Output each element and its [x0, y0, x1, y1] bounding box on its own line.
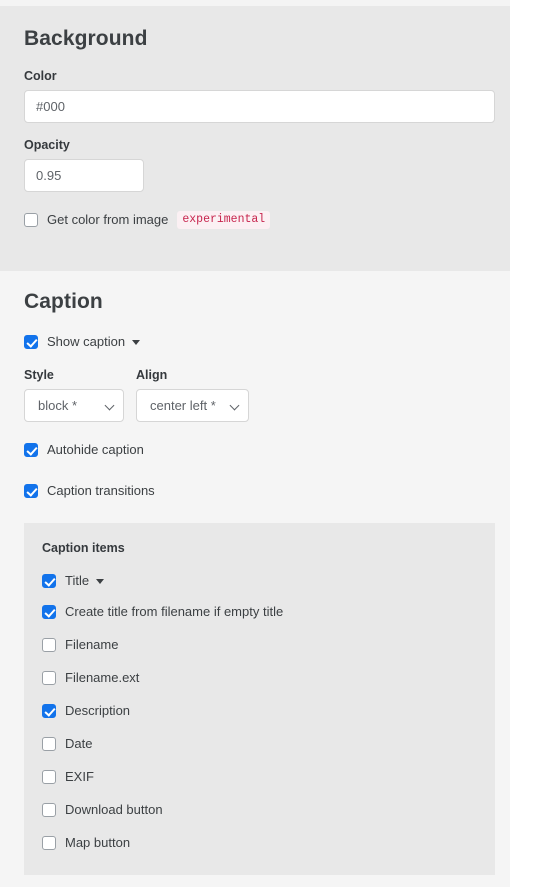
caption-item-checkbox[interactable] — [42, 770, 56, 785]
background-color-field: Color — [24, 69, 495, 124]
show-caption-row[interactable]: Show caption — [24, 332, 486, 352]
caption-items-title: Caption items — [42, 541, 125, 556]
show-caption-label: Show caption — [47, 334, 126, 350]
background-section: Background Color Opacity Get color from … — [0, 6, 510, 271]
chevron-down-icon — [104, 400, 115, 411]
caption-style-value: block * — [38, 398, 78, 414]
caption-align-value: center left * — [150, 398, 216, 414]
background-opacity-input[interactable] — [24, 159, 144, 193]
caption-item-label: Map button — [65, 835, 131, 851]
caption-section: Caption Show caption Style block * Align… — [0, 271, 510, 887]
caption-item-label: Filename — [65, 637, 119, 653]
caption-item-label: Date — [65, 736, 93, 752]
caption-style-align-group: Style block * Align center left * — [24, 368, 486, 423]
caption-item-label: Filename.ext — [65, 670, 140, 686]
caption-item-label: Description — [65, 703, 131, 719]
caption-item-row[interactable]: Create title from filename if empty titl… — [42, 602, 477, 622]
autohide-caption-label: Autohide caption — [47, 442, 144, 458]
caption-item-checkbox[interactable] — [42, 574, 56, 589]
caption-item-checkbox[interactable] — [42, 605, 56, 620]
caption-item-row[interactable]: Filename.ext — [42, 668, 477, 688]
caption-align-select[interactable]: center left * — [136, 389, 249, 423]
caption-item-row[interactable]: Map button — [42, 833, 477, 853]
caption-item-checkbox[interactable] — [42, 704, 56, 719]
caption-section-title: Caption — [24, 290, 103, 313]
caption-align-label: Align — [136, 368, 168, 383]
experimental-badge: experimental — [177, 211, 271, 230]
caption-transitions-row[interactable]: Caption transitions — [24, 481, 486, 501]
caption-item-row[interactable]: Download button — [42, 800, 477, 820]
show-caption-chevron-down-icon[interactable] — [132, 339, 141, 345]
get-color-from-image-row[interactable]: Get color from image experimental — [24, 210, 486, 230]
caption-items-panel: Caption items Title Create title from fil… — [24, 523, 495, 876]
caption-align-field: Align center left * — [136, 368, 249, 423]
caption-style-select[interactable]: block * — [24, 389, 124, 423]
caption-item-row[interactable]: Description — [42, 701, 477, 721]
caption-item-checkbox[interactable] — [42, 671, 56, 686]
get-color-from-image-checkbox[interactable] — [24, 213, 38, 228]
caption-item-label: EXIF — [65, 769, 94, 785]
show-caption-checkbox[interactable] — [24, 335, 38, 350]
caption-items-list: Title Create title from filename if empty… — [42, 571, 477, 853]
autohide-caption-row[interactable]: Autohide caption — [24, 440, 486, 460]
chevron-down-icon — [229, 400, 240, 411]
caption-item-checkbox[interactable] — [42, 836, 56, 851]
caption-item-label: Create title from filename if empty titl… — [65, 604, 284, 620]
caption-item-row[interactable]: EXIF — [42, 767, 477, 787]
get-color-from-image-label: Get color from image — [47, 212, 169, 228]
background-color-input[interactable] — [24, 90, 495, 124]
caption-style-label: Style — [24, 368, 54, 383]
caption-item-checkbox[interactable] — [42, 638, 56, 653]
caption-item-label: Title — [65, 573, 90, 589]
background-opacity-label: Opacity — [24, 138, 70, 153]
caption-item-row[interactable]: Date — [42, 734, 477, 754]
caption-item-chevron-down-icon[interactable] — [96, 578, 105, 584]
caption-transitions-checkbox[interactable] — [24, 484, 38, 499]
background-opacity-field: Opacity — [24, 138, 486, 193]
caption-item-label: Download button — [65, 802, 163, 818]
caption-item-row[interactable]: Filename — [42, 635, 477, 655]
caption-style-field: Style block * — [24, 368, 124, 423]
background-color-label: Color — [24, 69, 57, 84]
caption-transitions-label: Caption transitions — [47, 483, 155, 499]
caption-item-checkbox[interactable] — [42, 737, 56, 752]
autohide-caption-checkbox[interactable] — [24, 443, 38, 458]
caption-item-checkbox[interactable] — [42, 803, 56, 818]
caption-item-row[interactable]: Title — [42, 571, 477, 591]
settings-panel: Background Color Opacity Get color from … — [0, 0, 550, 887]
background-section-title: Background — [24, 27, 148, 50]
